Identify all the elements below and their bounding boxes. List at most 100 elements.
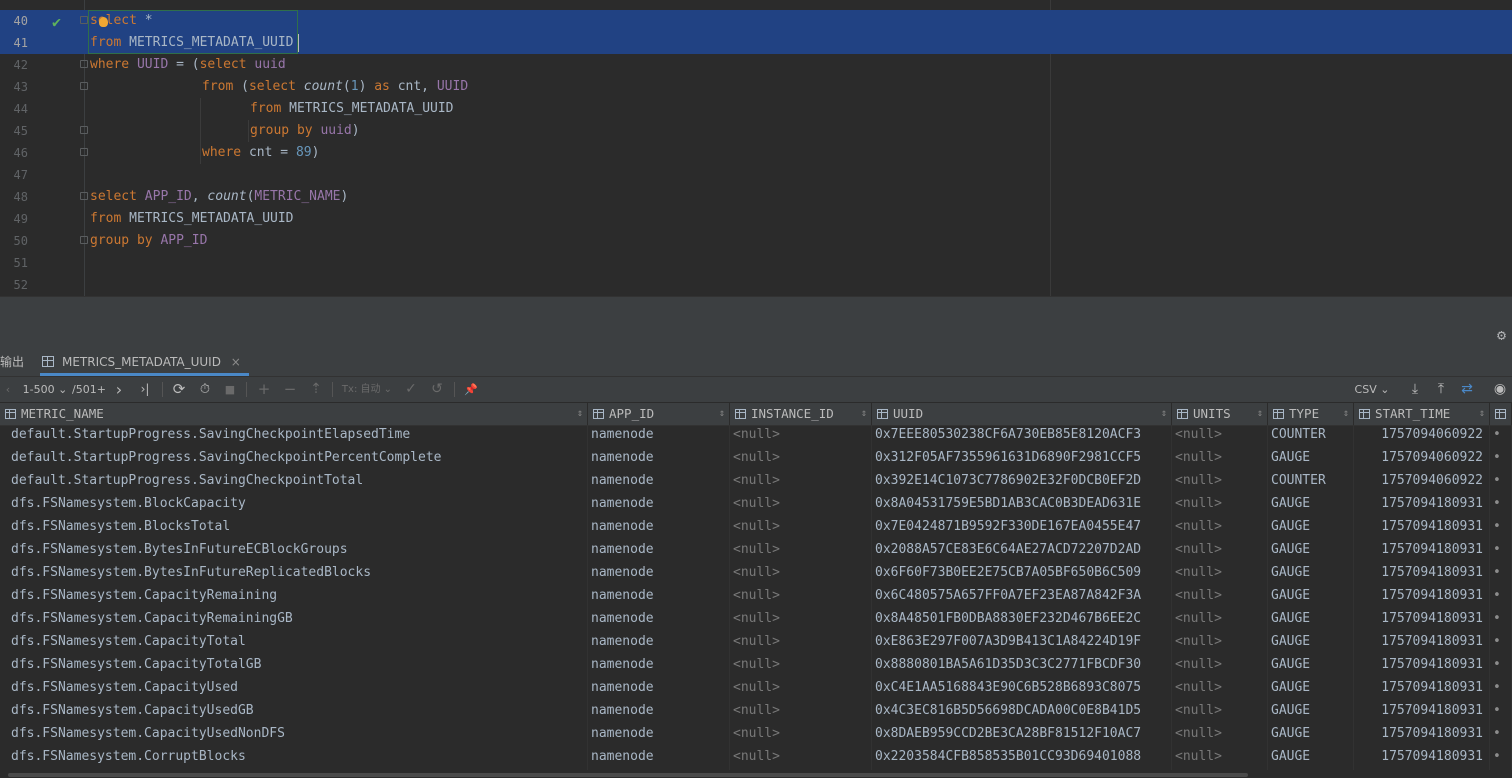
table-cell[interactable]: <null>: [730, 471, 872, 494]
next-page-button[interactable]: ›: [112, 377, 126, 402]
table-cell[interactable]: COUNTER: [1268, 471, 1354, 494]
table-row[interactable]: dfs.FSNamesystem.CapacityUsed namenode <nu…: [0, 678, 1512, 701]
editor-line[interactable]: 44 from METRICS_METADATA_UUID: [0, 98, 1512, 120]
table-cell[interactable]: GAUGE: [1268, 517, 1354, 540]
table-cell[interactable]: <null>: [730, 609, 872, 632]
table-cell[interactable]: <null>: [1172, 586, 1268, 609]
table-cell[interactable]: dfs.FSNamesystem.CapacityTotalGB: [8, 655, 588, 678]
table-cell[interactable]: 0x8DAEB959CCD2BE3CA28BF81512F10AC7: [872, 724, 1172, 747]
table-cell[interactable]: 0x392E14C1073C7786902E32F0DCB0EF2D: [872, 471, 1172, 494]
gear-icon[interactable]: ⚙: [1497, 326, 1506, 344]
editor-line[interactable]: 52: [0, 274, 1512, 296]
editor-line[interactable]: 43 from (select count(1) as cnt, UUID: [0, 76, 1512, 98]
sort-icon[interactable]: ⇕: [1479, 403, 1485, 425]
table-cell[interactable]: 1757094180931: [1354, 517, 1490, 540]
table-cell[interactable]: <null>: [730, 517, 872, 540]
editor-line[interactable]: 40 ✔ select *: [0, 10, 1512, 32]
column-header[interactable]: [1490, 403, 1512, 425]
editor-line[interactable]: 49 from METRICS_METADATA_UUID: [0, 208, 1512, 230]
table-cell[interactable]: namenode: [588, 540, 730, 563]
table-cell[interactable]: <null>: [1172, 655, 1268, 678]
view-icon[interactable]: ◉: [1490, 377, 1510, 402]
table-row[interactable]: dfs.FSNamesystem.CapacityUsedGB namenode <…: [0, 701, 1512, 724]
table-cell[interactable]: default.StartupProgress.SavingCheckpoint…: [8, 448, 588, 471]
table-row[interactable]: default.StartupProgress.SavingCheckpoint…: [0, 448, 1512, 471]
fold-marker-icon[interactable]: [80, 126, 88, 134]
history-icon[interactable]: ⏱: [196, 377, 214, 402]
table-cell[interactable]: <null>: [730, 701, 872, 724]
delete-row-icon[interactable]: −: [282, 377, 298, 402]
tab-metrics-metadata-uuid[interactable]: METRICS_METADATA_UUID ×: [40, 348, 249, 376]
table-cell[interactable]: 0x6F60F73B0EE2E75CB7A05BF650B6C509: [872, 563, 1172, 586]
table-cell[interactable]: 1757094180931: [1354, 609, 1490, 632]
table-cell[interactable]: 0x7E0424871B9592F330DE167EA0455E47: [872, 517, 1172, 540]
table-row[interactable]: dfs.FSNamesystem.CorruptBlocks namenode <n…: [0, 747, 1512, 770]
table-cell[interactable]: dfs.FSNamesystem.CapacityTotal: [8, 632, 588, 655]
submit-icon[interactable]: ⇡: [308, 377, 324, 402]
column-header[interactable]: METRIC_NAME ⇕: [0, 403, 588, 425]
table-cell[interactable]: GAUGE: [1268, 724, 1354, 747]
table-cell[interactable]: namenode: [588, 425, 730, 448]
table-cell[interactable]: GAUGE: [1268, 701, 1354, 724]
table-cell[interactable]: 0x8880801BA5A61D35D3C3C2771FBCDF30: [872, 655, 1172, 678]
table-cell[interactable]: <null>: [730, 632, 872, 655]
table-cell[interactable]: dfs.FSNamesystem.BytesInFutureReplicated…: [8, 563, 588, 586]
editor-splitter[interactable]: [0, 296, 1512, 323]
editor-line[interactable]: 50 group by APP_ID: [0, 230, 1512, 252]
tab-output[interactable]: 输出: [0, 348, 24, 376]
editor-line[interactable]: 48 select APP_ID, count(METRIC_NAME): [0, 186, 1512, 208]
column-header[interactable]: UNITS ⇕: [1172, 403, 1268, 425]
table-cell[interactable]: 0x4C3EC816B5D56698DCADA00C0E8B41D5: [872, 701, 1172, 724]
table-cell[interactable]: 1757094180931: [1354, 724, 1490, 747]
editor-line[interactable]: 51: [0, 252, 1512, 274]
table-cell[interactable]: 0x8A04531759E5BD1AB3CAC0B3DEAD631E: [872, 494, 1172, 517]
intention-bulb-icon[interactable]: [99, 17, 108, 27]
compare-icon[interactable]: ⇄: [1458, 377, 1476, 402]
table-cell[interactable]: 1757094180931: [1354, 494, 1490, 517]
table-cell[interactable]: 1757094180931: [1354, 563, 1490, 586]
table-cell[interactable]: namenode: [588, 655, 730, 678]
editor-line[interactable]: 46 where cnt = 89): [0, 142, 1512, 164]
table-row[interactable]: default.StartupProgress.SavingCheckpoint…: [0, 471, 1512, 494]
previous-page-button[interactable]: ‹: [2, 377, 14, 402]
table-cell[interactable]: <null>: [1172, 471, 1268, 494]
table-cell[interactable]: namenode: [588, 632, 730, 655]
table-cell[interactable]: namenode: [588, 563, 730, 586]
close-icon[interactable]: ×: [231, 355, 241, 369]
fold-marker-icon[interactable]: [80, 192, 88, 200]
result-grid[interactable]: default.StartupProgress.SavingCheckpoint…: [0, 425, 1512, 770]
table-cell[interactable]: default.StartupProgress.SavingCheckpoint…: [8, 471, 588, 494]
table-row[interactable]: dfs.FSNamesystem.BlocksTotal namenode <nul…: [0, 517, 1512, 540]
table-row[interactable]: dfs.FSNamesystem.CapacityTotal namenode <n…: [0, 632, 1512, 655]
table-cell[interactable]: dfs.FSNamesystem.BlockCapacity: [8, 494, 588, 517]
sort-icon[interactable]: ⇕: [1161, 403, 1167, 425]
sort-icon[interactable]: ⇕: [577, 403, 583, 425]
table-cell[interactable]: namenode: [588, 586, 730, 609]
table-cell[interactable]: namenode: [588, 494, 730, 517]
table-cell[interactable]: dfs.FSNamesystem.CapacityUsedGB: [8, 701, 588, 724]
table-cell[interactable]: 1757094180931: [1354, 678, 1490, 701]
table-cell[interactable]: <null>: [730, 494, 872, 517]
table-cell[interactable]: <null>: [1172, 517, 1268, 540]
table-cell[interactable]: COUNTER: [1268, 425, 1354, 448]
column-header[interactable]: APP_ID ⇕: [588, 403, 730, 425]
editor-line[interactable]: 45 group by uuid): [0, 120, 1512, 142]
table-cell[interactable]: 1757094060922: [1354, 471, 1490, 494]
column-header[interactable]: UUID ⇕: [872, 403, 1172, 425]
table-cell[interactable]: 0x7EEE80530238CF6A730EB85E8120ACF3: [872, 425, 1172, 448]
editor-line[interactable]: 47: [0, 164, 1512, 186]
table-cell[interactable]: namenode: [588, 448, 730, 471]
table-cell[interactable]: <null>: [730, 586, 872, 609]
table-cell[interactable]: GAUGE: [1268, 678, 1354, 701]
table-cell[interactable]: GAUGE: [1268, 494, 1354, 517]
table-cell[interactable]: dfs.FSNamesystem.BytesInFutureECBlockGro…: [8, 540, 588, 563]
table-row[interactable]: dfs.FSNamesystem.CapacityRemaining nameno…: [0, 586, 1512, 609]
table-cell[interactable]: GAUGE: [1268, 540, 1354, 563]
export-format-dropdown[interactable]: CSV ⌄: [1352, 377, 1392, 402]
rollback-icon[interactable]: ↺: [428, 377, 446, 402]
table-cell[interactable]: <null>: [1172, 609, 1268, 632]
table-cell[interactable]: namenode: [588, 701, 730, 724]
table-row[interactable]: default.StartupProgress.SavingCheckpoint…: [0, 425, 1512, 448]
table-cell[interactable]: GAUGE: [1268, 632, 1354, 655]
table-cell[interactable]: 1757094180931: [1354, 586, 1490, 609]
